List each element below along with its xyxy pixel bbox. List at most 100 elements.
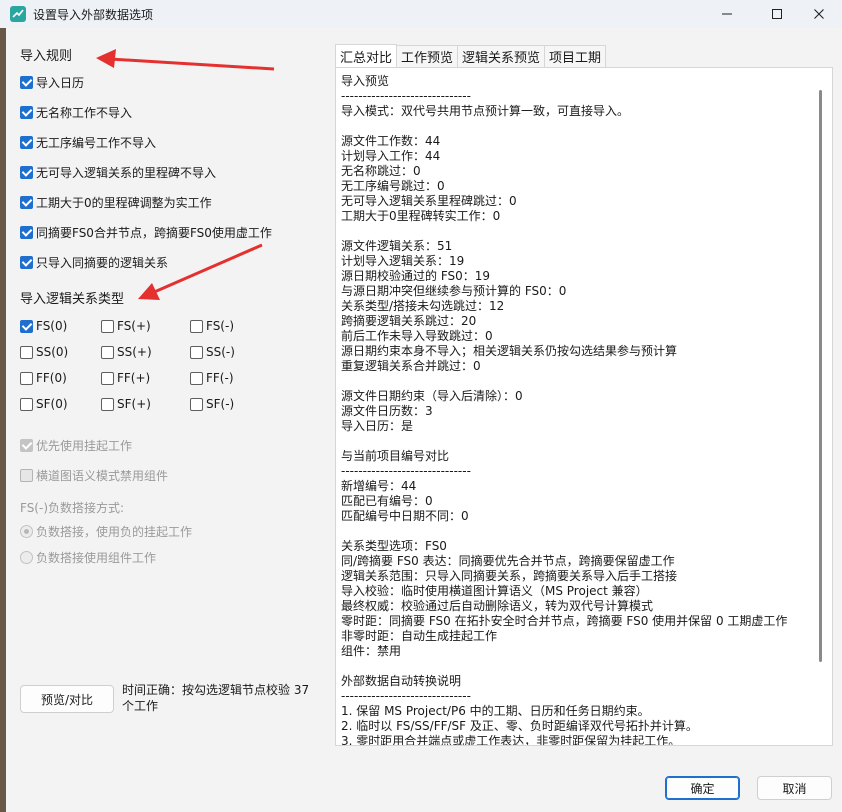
checkbox[interactable] (190, 319, 203, 333)
preview-line: 源文件逻辑关系：51 (341, 239, 453, 253)
checkbox[interactable] (20, 135, 33, 149)
checkbox[interactable] (101, 319, 114, 333)
preview-line: ------------------------------ (341, 689, 471, 703)
background-window-edge (0, 28, 6, 812)
preview-line: 1. 保留 MS Project/P6 中的工期、日历和任务日期约束。 (341, 704, 650, 718)
vertical-scrollbar[interactable] (819, 90, 822, 662)
relation-ff-minus[interactable]: FF(-) (190, 369, 234, 387)
relation-label: SS(-) (206, 345, 235, 359)
preview-line: 前后工作未导入导致跳过：0 (341, 329, 493, 343)
preview-line: ------------------------------ (341, 89, 471, 103)
preview-line: 非零时距：自动生成挂起工作 (341, 629, 498, 643)
radio-label: 负数搭接使用组件工作 (36, 550, 157, 565)
checkbox[interactable] (20, 75, 33, 89)
checkbox[interactable] (20, 319, 33, 333)
radio-label: 负数搭接，使用负的挂起工作 (36, 524, 193, 539)
checkbox[interactable] (20, 468, 33, 482)
checkbox[interactable] (20, 371, 33, 385)
radio-negative-suspended[interactable]: 负数搭接，使用负的挂起工作 (20, 522, 192, 540)
option-label: 无工序编号工作不导入 (36, 135, 157, 150)
ok-button[interactable]: 确定 (665, 776, 740, 800)
checkbox[interactable] (20, 165, 33, 179)
relation-label: FF(0) (36, 371, 67, 385)
relation-label: SS(+) (117, 345, 152, 359)
option-label: 优先使用挂起工作 (36, 438, 133, 453)
radio-button[interactable] (20, 524, 33, 538)
relation-label: FS(+) (117, 319, 151, 333)
checkbox[interactable] (190, 397, 203, 411)
checkbox[interactable] (20, 225, 33, 239)
relation-ff0[interactable]: FF(0) (20, 369, 67, 387)
checkbox[interactable] (101, 397, 114, 411)
option-label: 无可导入逻辑关系的里程碑不导入 (36, 165, 217, 180)
preview-text-area[interactable]: 导入预览 ------------------------------ 导入模式：双… (335, 67, 833, 746)
title-bar: 设置导入外部数据选项 (0, 0, 842, 28)
preview-line: 无可导入逻辑关系里程碑跳过：0 (341, 194, 517, 208)
option-milestone-to-work[interactable]: 工期大于0的里程碑调整为实工作 (20, 193, 212, 211)
relation-fs-minus[interactable]: FS(-) (190, 317, 234, 335)
maximize-button[interactable] (754, 0, 800, 28)
relation-label: FF(+) (117, 371, 151, 385)
preview-line: 无名称跳过：0 (341, 164, 421, 178)
option-merge-fs0[interactable]: 同摘要FS0合并节点，跨摘要FS0使用虚工作 (20, 223, 272, 241)
option-label: 无名称工作不导入 (36, 105, 133, 120)
radio-button[interactable] (20, 550, 33, 564)
preview-line: 计划导入工作：44 (341, 149, 441, 163)
cancel-button[interactable]: 取消 (757, 776, 832, 800)
radio-negative-component[interactable]: 负数搭接使用组件工作 (20, 548, 156, 566)
checkbox[interactable] (20, 345, 33, 359)
tab-summary[interactable]: 汇总对比 (335, 44, 398, 67)
option-skip-no-code[interactable]: 无工序编号工作不导入 (20, 133, 156, 151)
option-skip-orphan-milestone[interactable]: 无可导入逻辑关系的里程碑不导入 (20, 163, 216, 181)
option-same-summary-only[interactable]: 只导入同摘要的逻辑关系 (20, 253, 168, 271)
preview-line (341, 434, 816, 449)
option-disable-component[interactable]: 横道图语义模式禁用组件 (20, 466, 168, 484)
preview-line: 源日期校验通过的 FS0：19 (341, 269, 491, 283)
relation-types-heading: 导入逻辑关系类型 (20, 292, 125, 307)
option-import-calendar[interactable]: 导入日历 (20, 73, 84, 91)
preview-line: 同/跨摘要 FS0 表达：同摘要优先合并节点，跨摘要保留虚工作 (341, 554, 675, 568)
preview-line: 无工序编号跳过：0 (341, 179, 445, 193)
checkbox[interactable] (20, 438, 33, 452)
preview-line: 源日期约束本身不导入；相关逻辑关系仍按勾选结果参与预计算 (341, 344, 678, 358)
option-label: 同摘要FS0合并节点，跨摘要FS0使用虚工作 (36, 225, 272, 240)
checkbox[interactable] (101, 345, 114, 359)
relation-sf-minus[interactable]: SF(-) (190, 395, 234, 413)
preview-lines: 导入预览 ------------------------------ 导入模式：双… (341, 74, 816, 746)
relation-ss-plus[interactable]: SS(+) (101, 343, 152, 361)
checkbox[interactable] (20, 255, 33, 269)
checkbox[interactable] (101, 371, 114, 385)
checkbox[interactable] (20, 397, 33, 411)
tab-project-duration[interactable]: 项目工期 (544, 45, 607, 67)
window-title: 设置导入外部数据选项 (33, 8, 154, 22)
preview-line: 最终权威：校验通过后自动删除语义，转为双代号计算模式 (341, 599, 654, 613)
preview-line: 跨摘要逻辑关系跳过：20 (341, 314, 477, 328)
relation-sf-plus[interactable]: SF(+) (101, 395, 151, 413)
option-prefer-suspended[interactable]: 优先使用挂起工作 (20, 436, 132, 454)
relation-ff-plus[interactable]: FF(+) (101, 369, 150, 387)
tab-relation-preview[interactable]: 逻辑关系预览 (457, 45, 546, 67)
preview-line: 3. 零时距用合并端点或虚工作表达，非零时距保留为挂起工作。 (341, 734, 681, 746)
checkbox[interactable] (190, 371, 203, 385)
preview-line: 源文件日历数：3 (341, 404, 433, 418)
relation-sf0[interactable]: SF(0) (20, 395, 68, 413)
option-label: 导入日历 (36, 75, 85, 90)
relation-fs0[interactable]: FS(0) (20, 317, 67, 335)
close-button[interactable] (796, 0, 842, 28)
relation-ss-minus[interactable]: SS(-) (190, 343, 235, 361)
preview-line (341, 119, 816, 134)
tab-work-preview[interactable]: 工作预览 (396, 45, 459, 67)
checkbox[interactable] (190, 345, 203, 359)
relation-ss0[interactable]: SS(0) (20, 343, 68, 361)
preview-compare-button[interactable]: 预览/对比 (20, 685, 114, 713)
option-skip-unnamed[interactable]: 无名称工作不导入 (20, 103, 132, 121)
preview-line: 匹配已有编号：0 (341, 494, 433, 508)
checkbox[interactable] (20, 105, 33, 119)
checkbox[interactable] (20, 195, 33, 209)
relation-label: SF(0) (36, 397, 68, 411)
option-label: 横道图语义模式禁用组件 (36, 468, 169, 483)
preview-line: 外部数据自动转换说明 (341, 674, 462, 688)
minimize-button[interactable] (704, 0, 750, 28)
relation-fs-plus[interactable]: FS(+) (101, 317, 151, 335)
preview-line: 关系类型/搭接未勾选跳过：12 (341, 299, 505, 313)
